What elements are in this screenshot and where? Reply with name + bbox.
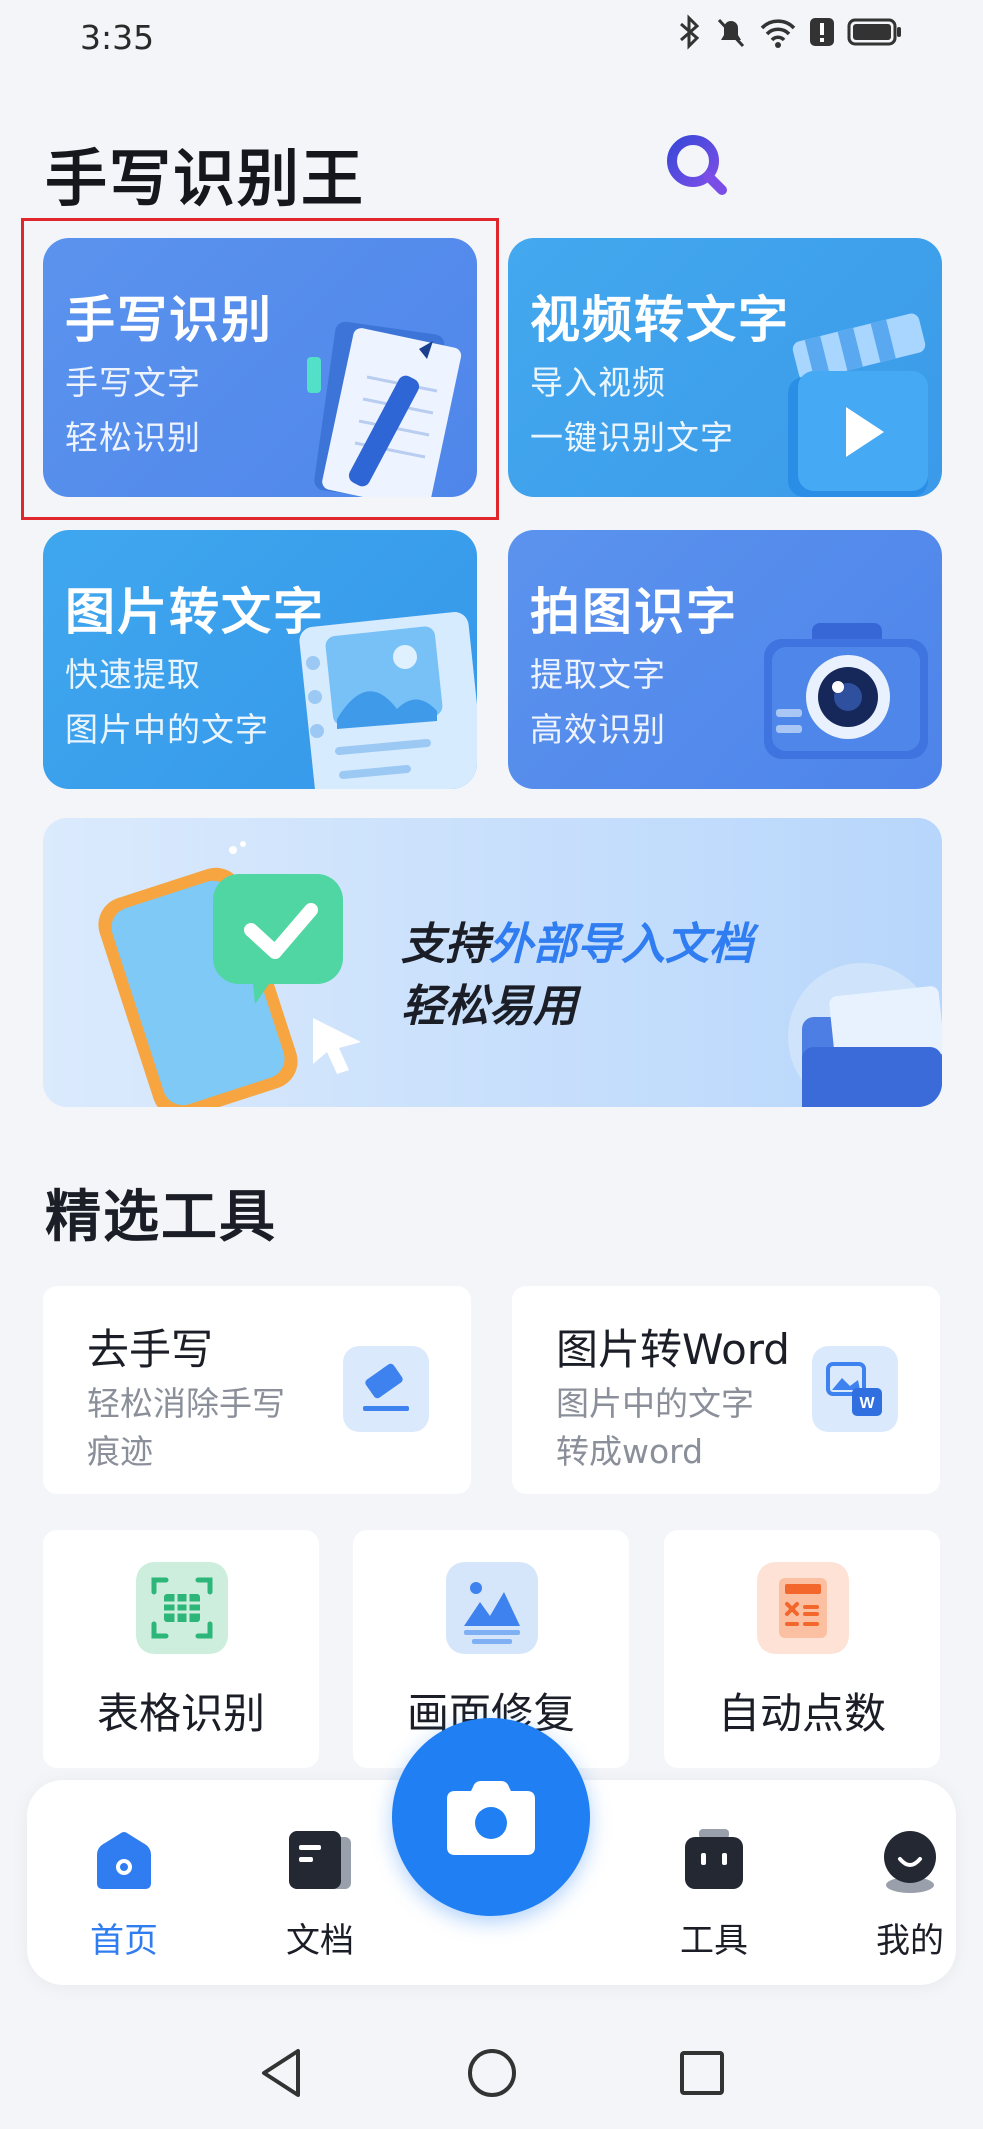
profile-icon	[884, 1831, 936, 1893]
folder-illustration-icon	[788, 963, 942, 1107]
eraser-icon	[343, 1346, 429, 1432]
mute-icon	[717, 18, 745, 48]
svg-text:W: W	[859, 1395, 875, 1412]
table-recognition-tool[interactable]: 表格识别	[43, 1530, 319, 1768]
back-icon[interactable]	[252, 2043, 312, 2103]
status-bar: 3:35	[0, 0, 983, 78]
camera-button[interactable]	[392, 1718, 590, 1916]
section-title: 精选工具	[45, 1185, 277, 1250]
auto-count-tool[interactable]: 自动点数	[664, 1530, 940, 1768]
image-to-text-card[interactable]: 图片转文字 快速提取 图片中的文字	[43, 530, 477, 789]
bluetooth-icon	[680, 14, 700, 50]
clapperboard-icon	[788, 313, 928, 497]
nav-label: 我的	[876, 1921, 944, 1961]
card-subtitle: 图片中的文字	[65, 710, 269, 749]
tool-title: 图片转Word	[556, 1325, 790, 1374]
app-title: 手写识别王	[45, 142, 366, 215]
tool-label: 自动点数	[717, 1689, 886, 1738]
camera-icon	[447, 1781, 535, 1855]
phone-check-illustration-icon	[98, 841, 361, 1107]
battery-icon	[847, 18, 901, 46]
toolbox-icon	[685, 1829, 743, 1889]
home-icon	[97, 1832, 151, 1889]
card-title: 拍图识字	[530, 583, 738, 641]
status-time: 3:35	[80, 18, 155, 57]
nav-item-profile[interactable]: 我的	[845, 1825, 975, 1975]
search-icon[interactable]	[662, 130, 732, 200]
card-subtitle: 高效识别	[530, 710, 666, 749]
nav-label: 工具	[680, 1921, 748, 1961]
banner-prefix: 支持	[401, 919, 489, 970]
card-subtitle: 快速提取	[65, 655, 201, 694]
nav-item-tools[interactable]: 工具	[649, 1825, 779, 1975]
image-to-word-tool[interactable]: 图片转Word 图片中的文字转成word W	[512, 1286, 940, 1494]
nav-label: 首页	[90, 1921, 158, 1961]
banner-highlight: 外部导入文档	[489, 919, 753, 970]
tool-description: 图片中的文字转成word	[556, 1384, 754, 1471]
home-circle-icon[interactable]	[462, 2043, 522, 2103]
banner-line-2: 轻松易用	[401, 981, 577, 1032]
card-subtitle: 提取文字	[530, 655, 666, 694]
selection-highlight	[21, 218, 499, 520]
image-restore-icon	[446, 1562, 538, 1654]
banner-line-1: 支持外部导入文档	[401, 908, 753, 972]
video-to-text-card[interactable]: 视频转文字 导入视频 一键识别文字	[508, 238, 942, 497]
document-icon	[289, 1831, 351, 1889]
alert-icon	[810, 18, 834, 46]
status-icons	[677, 14, 903, 50]
system-nav-bar	[0, 2015, 983, 2129]
count-icon	[757, 1562, 849, 1654]
nav-item-documents[interactable]: 文档	[255, 1825, 385, 1975]
tool-description: 轻松消除手写痕迹	[87, 1384, 285, 1471]
nav-item-home[interactable]: 首页	[59, 1825, 189, 1975]
wifi-icon	[760, 19, 796, 48]
camera-illustration-icon	[764, 623, 928, 759]
card-subtitle: 导入视频	[530, 363, 666, 402]
image-document-icon	[299, 611, 477, 789]
nav-label: 文档	[286, 1921, 354, 1961]
card-subtitle: 一键识别文字	[530, 418, 734, 457]
table-scan-icon	[136, 1562, 228, 1654]
image-word-icon: W	[812, 1346, 898, 1432]
photo-text-card[interactable]: 拍图识字 提取文字 高效识别	[508, 530, 942, 789]
tool-label: 表格识别	[96, 1689, 265, 1738]
tool-title: 去手写	[87, 1325, 214, 1374]
import-docs-banner[interactable]: 支持外部导入文档 轻松易用	[43, 818, 942, 1107]
recents-icon[interactable]	[672, 2043, 732, 2103]
remove-handwriting-tool[interactable]: 去手写 轻松消除手写痕迹	[43, 1286, 471, 1494]
